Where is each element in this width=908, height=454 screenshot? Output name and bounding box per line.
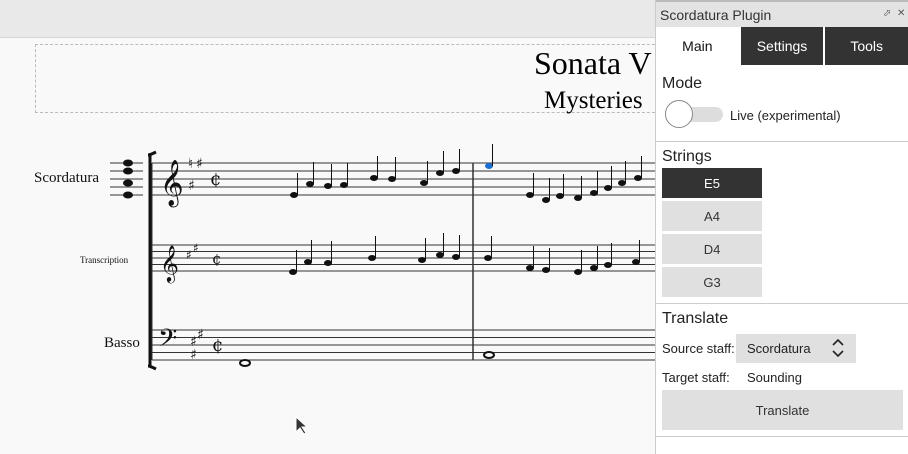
treble-clef-icon: 𝄞 (160, 160, 184, 208)
notehead (306, 181, 314, 187)
score-canvas[interactable]: Sonata V Mysteries Scordatura Transcript… (0, 38, 655, 454)
notehead (526, 265, 534, 271)
target-staff-label: Target staff: (662, 370, 730, 385)
tab-main[interactable]: Main (656, 27, 739, 65)
notehead (590, 190, 598, 196)
string-button-e5[interactable]: E5 (662, 168, 762, 198)
notehead (452, 168, 460, 174)
notehead (370, 175, 378, 181)
notehead (418, 257, 426, 263)
notehead (484, 255, 492, 261)
strings-heading: Strings (662, 148, 712, 165)
notehead (290, 192, 298, 198)
string-button-d4[interactable]: D4 (662, 234, 762, 264)
svg-text:♯: ♯ (188, 178, 195, 194)
translate-button[interactable]: Translate (662, 390, 903, 430)
clefs-and-signatures: 𝄞 𝄞 𝄢 ♮ ♯♯ ♯ ♯ ♯ ♯♯ ¢ ¢ ¢ (158, 156, 223, 363)
live-toggle-label: Live (experimental) (730, 108, 841, 123)
notehead (634, 175, 642, 181)
string-button-a4[interactable]: A4 (662, 201, 762, 231)
float-icon[interactable]: ⬀ (883, 8, 891, 19)
tab-settings[interactable]: Settings (738, 27, 824, 65)
close-icon[interactable]: ✕ (897, 8, 905, 19)
notehead (420, 180, 428, 186)
treble-clef-icon: 𝄞 (160, 244, 179, 283)
mode-heading: Mode (662, 75, 703, 92)
svg-text:¢: ¢ (210, 169, 221, 190)
notehead (436, 170, 444, 176)
panel-title: Scordatura Plugin (660, 7, 772, 23)
source-staff-value: Scordatura (747, 341, 811, 356)
notehead (604, 262, 612, 268)
notehead (289, 269, 297, 275)
translate-heading: Translate (662, 310, 729, 327)
svg-text:♯: ♯ (186, 248, 192, 262)
panel-header: Scordatura Plugin ⬀ ✕ (656, 0, 908, 27)
svg-text:¢: ¢ (212, 250, 222, 268)
notehead (452, 254, 460, 260)
notehead (556, 193, 564, 199)
notehead (324, 183, 332, 189)
svg-text:¢: ¢ (212, 335, 223, 356)
scordatura-plugin-panel: Scordatura Plugin ⬀ ✕ Main Settings Tool… (655, 0, 908, 454)
svg-text:♯: ♯ (190, 347, 197, 363)
bass-clef-icon: 𝄢 (158, 324, 177, 359)
notehead (604, 185, 612, 191)
notehead (542, 267, 550, 273)
notehead (388, 176, 396, 182)
notehead (485, 163, 493, 169)
mouse-cursor-icon (295, 416, 309, 435)
notehead (618, 180, 626, 186)
notehead (542, 197, 550, 203)
tab-bar: Main Settings Tools (656, 27, 908, 65)
string-button-g3[interactable]: G3 (662, 267, 762, 297)
staff-scordatura[interactable] (152, 162, 655, 196)
tab-tools[interactable]: Tools (823, 27, 908, 65)
notehead (574, 269, 582, 275)
score-toolbar (0, 0, 655, 38)
staff-transcription[interactable] (152, 244, 655, 272)
source-staff-label: Source staff: (662, 341, 735, 356)
svg-text:♯: ♯ (193, 241, 199, 255)
live-toggle[interactable] (665, 100, 723, 128)
svg-text:♮: ♮ (188, 156, 193, 172)
svg-text:♯: ♯ (196, 156, 203, 172)
notehead (324, 260, 332, 266)
notehead (574, 195, 582, 201)
notehead (304, 259, 312, 265)
staff-basso[interactable] (152, 329, 655, 361)
notehead (590, 265, 598, 271)
notehead (436, 252, 444, 258)
target-staff-value: Sounding (747, 370, 802, 385)
notehead (340, 182, 348, 188)
notehead (526, 192, 534, 198)
svg-text:♯: ♯ (197, 327, 204, 343)
chevron-up-down-icon (832, 338, 844, 358)
source-staff-select[interactable]: Scordatura (736, 334, 856, 363)
notehead (632, 259, 640, 265)
notehead (368, 255, 376, 261)
music-notation[interactable]: 𝄞 𝄞 𝄢 ♮ ♯♯ ♯ ♯ ♯ ♯♯ ¢ ¢ ¢ (0, 38, 655, 454)
